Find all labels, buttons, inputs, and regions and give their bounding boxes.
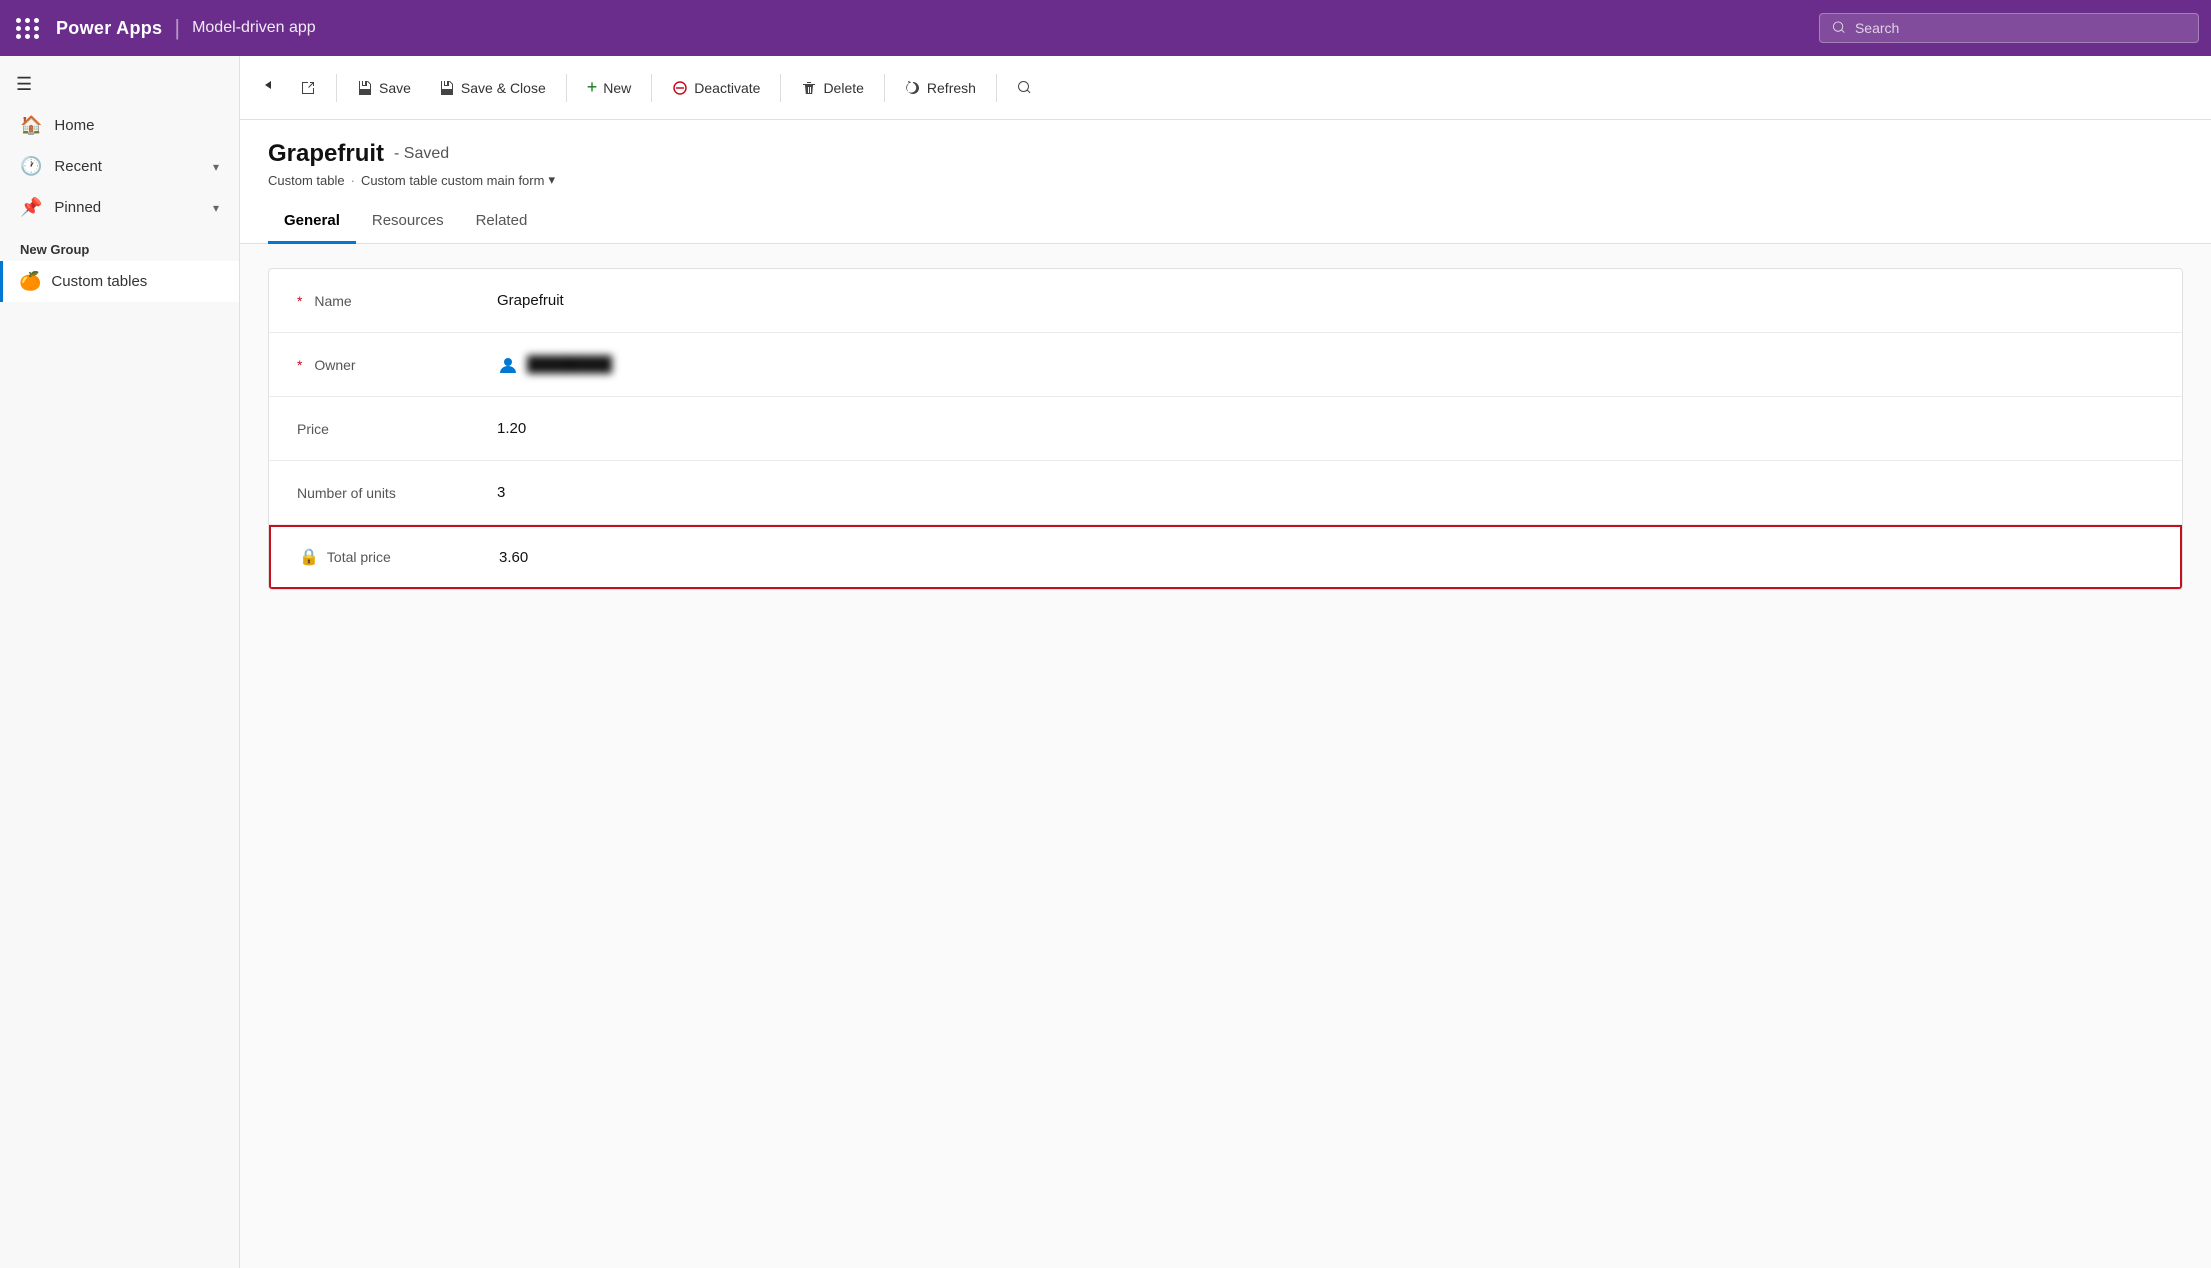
owner-value-container[interactable]: ████████	[497, 354, 612, 376]
toolbar-search-icon	[1017, 80, 1033, 96]
app-launcher-button[interactable]	[12, 14, 44, 43]
custom-tables-icon: 🍊	[19, 271, 41, 292]
new-icon: +	[587, 77, 598, 98]
price-label: Price	[297, 421, 497, 437]
content-area: Save Save & Close + New Deactivate	[240, 56, 2211, 1268]
main-layout: ☰ 🏠 Home 🕐 Recent ▾ 📌 Pinned ▾ New Group…	[0, 56, 2211, 1268]
sidebar-item-custom-tables[interactable]: 🍊 Custom tables	[0, 261, 239, 302]
breadcrumb-form-dropdown[interactable]: Custom table custom main form ▾	[361, 172, 555, 188]
save-button[interactable]: Save	[345, 72, 423, 104]
refresh-icon	[905, 80, 921, 96]
tabs-bar: General Resources Related	[240, 200, 2211, 244]
name-required-star: *	[297, 293, 302, 309]
app-subtitle: Model-driven app	[192, 19, 316, 37]
units-label: Number of units	[297, 485, 497, 501]
toolbar-divider-2	[566, 74, 567, 102]
field-row-units: Number of units 3	[269, 461, 2182, 525]
chevron-down-icon-bc: ▾	[548, 172, 555, 188]
hamburger-button[interactable]: ☰	[0, 64, 239, 105]
breadcrumb-separator: ·	[351, 173, 355, 188]
back-button[interactable]	[252, 69, 284, 106]
delete-icon	[801, 80, 817, 96]
save-close-button[interactable]: Save & Close	[427, 72, 558, 104]
total-price-value: 3.60	[499, 549, 528, 566]
sidebar-pinned-label: Pinned	[54, 199, 101, 216]
form-header: Grapefruit - Saved Custom table · Custom…	[240, 120, 2211, 200]
breadcrumb-form-label: Custom table custom main form	[361, 173, 545, 188]
home-icon: 🏠	[20, 115, 42, 136]
sidebar-item-home[interactable]: 🏠 Home	[0, 105, 239, 146]
chevron-down-icon-pinned: ▾	[213, 201, 219, 215]
form-body: * Name Grapefruit * Owner	[240, 244, 2211, 1268]
delete-button[interactable]: Delete	[789, 72, 875, 104]
top-navigation: Power Apps | Model-driven app	[0, 0, 2211, 56]
saved-badge: - Saved	[394, 145, 449, 163]
deactivate-label: Deactivate	[694, 80, 760, 96]
deactivate-icon	[672, 80, 688, 96]
owner-label: * Owner	[297, 357, 497, 373]
save-label: Save	[379, 80, 411, 96]
toolbar-divider-5	[884, 74, 885, 102]
chevron-down-icon: ▾	[213, 160, 219, 174]
total-price-label-container: 🔒 Total price	[299, 547, 499, 567]
field-row-price: Price 1.20	[269, 397, 2182, 461]
external-link-icon	[300, 80, 316, 96]
sidebar-item-pinned[interactable]: 📌 Pinned ▾	[0, 187, 239, 228]
owner-required-star: *	[297, 357, 302, 373]
breadcrumb: Custom table · Custom table custom main …	[268, 172, 2183, 188]
lock-icon: 🔒	[299, 547, 319, 567]
units-value[interactable]: 3	[497, 484, 505, 501]
owner-person-icon	[497, 354, 519, 376]
owner-name: ████████	[527, 356, 612, 373]
sidebar-recent-label: Recent	[54, 158, 102, 175]
toolbar-divider-1	[336, 74, 337, 102]
toolbar-search-button[interactable]	[1005, 72, 1045, 104]
sidebar-home-label: Home	[54, 117, 94, 134]
recent-icon: 🕐	[20, 156, 42, 177]
save-close-label: Save & Close	[461, 80, 546, 96]
name-label: * Name	[297, 293, 497, 309]
external-link-button[interactable]	[288, 72, 328, 104]
field-row-owner: * Owner ████████	[269, 333, 2182, 397]
sidebar-item-recent[interactable]: 🕐 Recent ▾	[0, 146, 239, 187]
toolbar-divider-6	[996, 74, 997, 102]
search-input[interactable]	[1855, 20, 2186, 36]
tab-general[interactable]: General	[268, 200, 356, 244]
form-card: * Name Grapefruit * Owner	[268, 268, 2183, 590]
app-name: Power Apps	[56, 18, 162, 39]
record-title: Grapefruit	[268, 140, 384, 168]
nav-divider: |	[174, 15, 180, 41]
delete-label: Delete	[823, 80, 863, 96]
deactivate-button[interactable]: Deactivate	[660, 72, 772, 104]
new-label: New	[603, 80, 631, 96]
save-icon	[357, 80, 373, 96]
search-icon	[1832, 20, 1847, 36]
refresh-label: Refresh	[927, 80, 976, 96]
toolbar-divider-4	[780, 74, 781, 102]
breadcrumb-table: Custom table	[268, 173, 345, 188]
price-value[interactable]: 1.20	[497, 420, 526, 437]
new-group-label: New Group	[0, 228, 239, 261]
search-container[interactable]	[1819, 13, 2199, 43]
tab-related[interactable]: Related	[460, 200, 544, 244]
save-close-icon	[439, 80, 455, 96]
sidebar: ☰ 🏠 Home 🕐 Recent ▾ 📌 Pinned ▾ New Group…	[0, 56, 240, 1268]
new-button[interactable]: + New	[575, 69, 644, 106]
sidebar-custom-tables-label: Custom tables	[51, 273, 147, 290]
tab-resources[interactable]: Resources	[356, 200, 460, 244]
toolbar-divider-3	[651, 74, 652, 102]
field-row-name: * Name Grapefruit	[269, 269, 2182, 333]
refresh-button[interactable]: Refresh	[893, 72, 988, 104]
pin-icon: 📌	[20, 197, 42, 218]
back-icon	[260, 77, 276, 93]
toolbar: Save Save & Close + New Deactivate	[240, 56, 2211, 120]
name-value[interactable]: Grapefruit	[497, 292, 564, 309]
field-row-total-price: 🔒 Total price 3.60	[269, 525, 2182, 589]
